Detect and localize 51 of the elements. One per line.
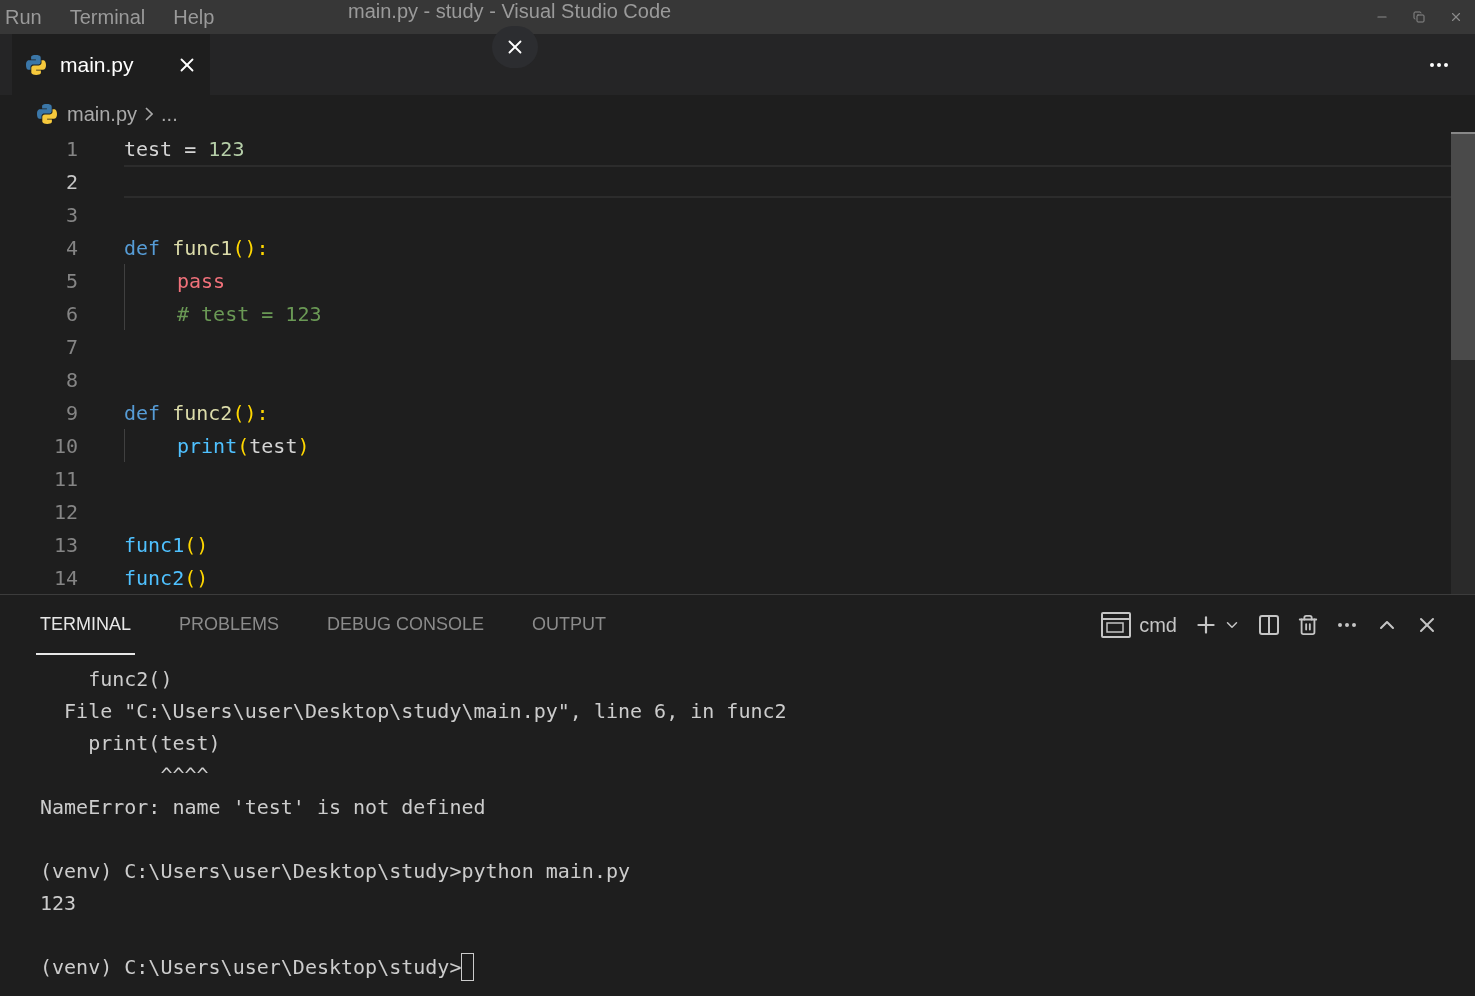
line-number: 8 (64, 366, 78, 394)
line-number: 12 (52, 498, 78, 526)
panel-tab[interactable]: OUTPUT (528, 595, 611, 655)
line-number: 5 (64, 267, 78, 295)
code-line: func2() (124, 564, 209, 592)
terminal-line: 123 (40, 890, 77, 917)
code-line: def func1(): (124, 234, 269, 262)
terminal-line: ^^^^ (159, 762, 209, 789)
terminal-line: func2() (87, 666, 173, 693)
line-number: 4 (64, 234, 78, 262)
code-line: # test = 123 (177, 300, 322, 328)
window-title: main.py - study - Visual Studio Code (348, 0, 672, 24)
code-line: func1() (124, 531, 209, 559)
panel-tab[interactable]: TERMINAL (36, 595, 135, 655)
python-icon (24, 52, 48, 77)
line-number: 6 (64, 300, 78, 328)
chevron-icon (145, 106, 154, 121)
restore-icon[interactable] (1413, 11, 1425, 23)
terminal-cursor (461, 953, 475, 981)
code-line: test = 123 (124, 135, 245, 163)
breadcrumb-item[interactable]: ... (161, 98, 178, 129)
panel-tab[interactable]: PROBLEMS (175, 595, 284, 655)
scrollbar[interactable] (1451, 132, 1475, 594)
code-line: def func2(): (124, 399, 269, 427)
editor-tab[interactable]: main.py (12, 34, 210, 95)
trash-icon[interactable] (1297, 614, 1319, 636)
line-number: 7 (64, 333, 78, 361)
menu-item[interactable]: Terminal (69, 2, 146, 32)
split-icon[interactable] (1257, 613, 1281, 637)
breadcrumb-item[interactable]: main.py (67, 98, 138, 129)
line-number: 1 (64, 135, 78, 163)
terminal-line: (venv) C:\Users\user\Desktop\study>python main.py (40, 858, 630, 885)
panel-tab[interactable]: DEBUG CONSOLE (323, 595, 489, 655)
menu-item[interactable]: Run (5, 2, 42, 32)
terminal-line: print(test) (87, 730, 221, 757)
terminal-line: NameError: name 'test' is not defined (40, 794, 486, 821)
line-number: 3 (64, 201, 78, 229)
line-number: 2 (64, 168, 78, 196)
terminal-selector[interactable]: cmd (1101, 610, 1177, 640)
terminal-line: (venv) C:\Users\user\Desktop\study> (40, 954, 462, 981)
line-number: 11 (52, 465, 78, 493)
python-icon (35, 101, 59, 126)
line-number: 14 (52, 564, 78, 592)
line-number: 10 (52, 432, 78, 460)
console-icon (1101, 612, 1132, 638)
terminal-line: File "C:\Users\user\Desktop\study\main.py", line 6, in func2 (63, 698, 787, 725)
line-number: 13 (52, 531, 78, 559)
menu-item[interactable]: Help (173, 2, 215, 32)
code-line: print(test) (177, 432, 310, 460)
line-number: 9 (64, 399, 78, 427)
code-line: pass (177, 267, 226, 295)
